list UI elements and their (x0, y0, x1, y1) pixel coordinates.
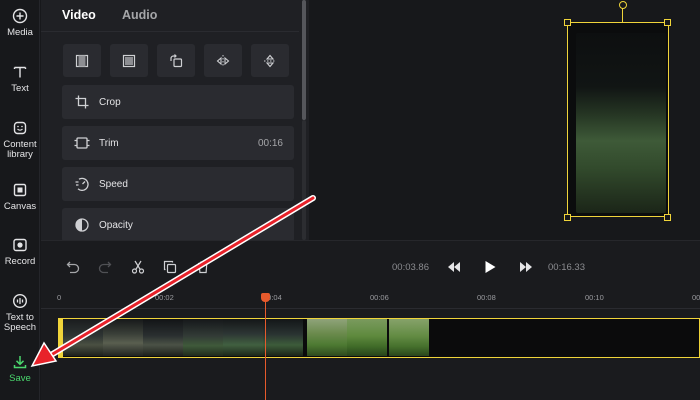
clip-thumbnail (347, 319, 387, 356)
timeline: 00:03.86 00:16.33 0 00:02 00:04 00:06 00… (41, 240, 700, 400)
duplicate-icon (163, 260, 177, 274)
tab-audio[interactable]: Audio (122, 8, 157, 22)
speed-label: Speed (99, 178, 128, 190)
sidebar-item-label: Record (4, 256, 36, 267)
trim-label: Trim (99, 137, 119, 149)
resize-handle-bottom-left[interactable] (564, 214, 571, 221)
scissors-icon (131, 260, 145, 274)
speed-icon (73, 175, 91, 193)
redo-icon (98, 261, 112, 274)
crop-label: Crop (99, 96, 121, 108)
sidebar-item-label: Media (7, 27, 33, 38)
trim-duration: 00:16 (257, 137, 283, 149)
playhead-line (265, 297, 266, 400)
panel-scrollbar-thumb[interactable] (302, 0, 306, 120)
ruler-tick: 00:10 (585, 293, 604, 302)
fit-button[interactable] (110, 44, 148, 77)
record-icon (13, 238, 27, 252)
clip-thumbnail (263, 319, 303, 356)
fast-forward-button[interactable] (516, 257, 536, 277)
trash-icon (198, 261, 208, 274)
undo-icon (66, 261, 80, 274)
canvas-icon (13, 183, 27, 197)
trim-row[interactable]: Trim 00:16 (62, 126, 294, 160)
rotate-handle[interactable] (619, 1, 627, 9)
split-button[interactable] (128, 257, 148, 277)
crop-icon (73, 93, 91, 111)
resize-handle-top-left[interactable] (564, 19, 571, 26)
sticker-icon (13, 121, 27, 135)
sidebar-item-record[interactable]: Record (0, 237, 40, 267)
ruler-tick: 00:06 (370, 293, 389, 302)
sidebar-item-canvas[interactable]: Canvas (0, 182, 40, 212)
ruler-tick: 0 (57, 293, 62, 302)
clip-thumbnail (63, 319, 103, 356)
rotate-button[interactable] (157, 44, 195, 77)
tab-divider (41, 31, 299, 32)
current-time: 00:03.86 (392, 262, 429, 273)
sidebar-item-label: Text (11, 83, 29, 94)
flip-vertical-button[interactable] (251, 44, 289, 77)
sidebar-item-media[interactable]: Media (0, 8, 40, 38)
clip-trim-handle-left[interactable] (58, 318, 63, 358)
ruler-tick: 00: (692, 293, 700, 302)
rewind-icon (448, 262, 460, 272)
tab-video[interactable]: Video (62, 8, 96, 22)
sidebar-item-text[interactable]: Text (0, 64, 40, 94)
clip-thumbnail (223, 319, 263, 356)
undo-button[interactable] (63, 257, 83, 277)
text-t-icon (13, 66, 27, 78)
trim-icon (73, 134, 91, 152)
download-icon (13, 356, 27, 369)
rotate-icon (170, 53, 183, 67)
playhead-handle[interactable] (261, 293, 270, 302)
play-icon (485, 261, 496, 273)
rewind-button[interactable] (444, 257, 464, 277)
resize-handle-top-right[interactable] (664, 19, 671, 26)
clip-thumbnail (183, 319, 223, 356)
video-track-clip[interactable] (59, 318, 700, 358)
panel-scrollbar-track[interactable] (302, 120, 306, 240)
fit-icon (122, 54, 136, 67)
sidebar-item-text-to-speech[interactable]: Text to Speech (0, 293, 40, 333)
ruler-tick: 00:02 (155, 293, 174, 302)
opacity-icon (73, 216, 91, 234)
clip-thumbnail (103, 319, 143, 356)
redo-button[interactable] (95, 257, 115, 277)
resize-handle-bottom-right[interactable] (664, 214, 671, 221)
video-preview (310, 0, 700, 240)
flip-vertical-icon (264, 54, 276, 67)
flip-horizontal-icon (216, 54, 230, 67)
clip-thumbnail (143, 319, 183, 356)
flip-horizontal-button[interactable] (204, 44, 242, 77)
fill-icon (75, 54, 89, 67)
plus-circle-icon (12, 8, 28, 24)
rotate-handle-line (622, 8, 623, 22)
speech-icon (12, 293, 28, 309)
ruler-tick: 00:08 (477, 293, 496, 302)
opacity-label: Opacity (99, 219, 133, 231)
preview-frame[interactable] (567, 22, 669, 217)
sidebar-item-label: Text to Speech (3, 312, 37, 333)
sidebar-item-save[interactable]: Save (0, 354, 40, 384)
clip-thumbnail (307, 319, 347, 356)
left-sidebar: Media Text Content library Canvas Record… (0, 0, 40, 400)
duplicate-button[interactable] (160, 257, 180, 277)
ruler-divider (41, 308, 700, 309)
fast-forward-icon (520, 262, 532, 272)
properties-panel: Video Audio Crop Trim 00:16 Speed Opacit… (41, 0, 309, 242)
sidebar-item-label: Save (9, 373, 31, 384)
crop-row[interactable]: Crop (62, 85, 294, 119)
video-frame-image (576, 33, 666, 213)
sidebar-item-label: Content library (3, 139, 37, 160)
fill-button[interactable] (63, 44, 101, 77)
play-button[interactable] (480, 257, 500, 277)
delete-button[interactable] (193, 257, 213, 277)
speed-row[interactable]: Speed (62, 167, 294, 201)
opacity-row[interactable]: Opacity (62, 208, 294, 242)
total-time: 00:16.33 (548, 262, 585, 273)
sidebar-item-label: Canvas (3, 201, 37, 212)
clip-thumbnail (389, 319, 429, 356)
sidebar-item-content-library[interactable]: Content library (0, 120, 40, 160)
